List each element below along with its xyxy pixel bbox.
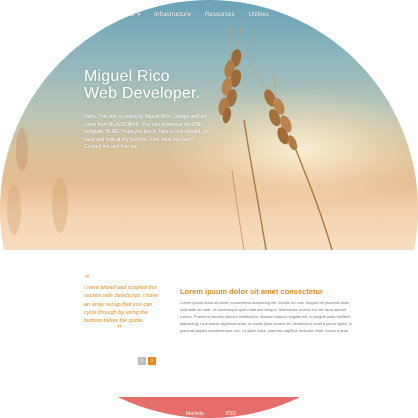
hero-intro-contact[interactable]: Contact me and hire me — [84, 144, 224, 152]
caret-down-icon: ▾ — [137, 12, 141, 18]
hero-intro-line: template HERE. Hope you like it. Take a … — [84, 129, 209, 135]
nav-item-infrastructure[interactable]: Infrastructure — [154, 12, 191, 18]
quote-line: buttons below the quote. — [84, 318, 144, 325]
nav-item-tutorial[interactable]: Tutorial ▾ — [114, 12, 140, 18]
nav-item-label: Tutorial — [114, 12, 135, 18]
article-line: vulputate ac nibh. Ut scelerisque quis n… — [180, 307, 347, 313]
article-line: rutrum. Praesent lobortis ultrices vesti… — [180, 314, 351, 320]
article-line: adipiscing. Ut pulvinar dignissim ante, … — [180, 321, 352, 327]
hero-intro-line: back and look at my portfolio. Like what… — [84, 136, 194, 143]
article-body: Lorem ipsum dolor sit amet, consectetur … — [180, 299, 360, 334]
quote-text: I went ahead and scripted this section w… — [84, 284, 166, 325]
hero-intro: Hello. This site is coded by Miguel Rico… — [84, 114, 224, 152]
footer: Markets PSD — [0, 397, 418, 418]
article-line: Lorem ipsum dolor sit amet, consectetur … — [180, 300, 351, 305]
footer-item-psd[interactable]: PSD — [226, 411, 236, 417]
hero-title-role: Web Developer. — [84, 85, 201, 102]
article-line: placerat sapien condimentum nec. Ut diam… — [180, 328, 350, 334]
main-nav: Tutorial ▾ Infrastructure Resources Utili… — [114, 12, 283, 18]
nav-item-resources[interactable]: Resources — [205, 12, 235, 18]
nav-item-utilities[interactable]: Utilities — [249, 12, 269, 18]
hero-section: Tutorial ▾ Infrastructure Resources Utili… — [0, 0, 418, 250]
page: Tutorial ▾ Infrastructure Resources Utili… — [0, 0, 418, 418]
quote-line: section with JavaScript. I have — [84, 293, 158, 300]
quote-line: I went ahead and scripted this — [84, 285, 158, 291]
hero-title-name: Miguel Rico — [84, 68, 170, 85]
hero-intro-line: Hello. This site is coded by Miguel Rico… — [84, 114, 207, 120]
hero-intro-line: come from BLAZROBAR. You can download th… — [84, 121, 203, 128]
quote-next-button[interactable]: > — [148, 357, 156, 365]
footer-item-markets[interactable]: Markets — [186, 411, 204, 417]
quote-pager: < > — [138, 357, 156, 365]
quote-line: cycle through by using the — [84, 309, 148, 316]
hero-title: Miguel Rico Web Developer. — [84, 68, 200, 102]
content-section: “ I went ahead and scripted this section… — [0, 250, 418, 418]
quote-prev-button[interactable]: < — [138, 357, 146, 365]
article-title: Lorem ipsum dolor sit amet consectetur — [180, 287, 323, 296]
quote-close-icon: ” — [116, 324, 122, 335]
quote-line: an array set up that you can — [84, 301, 153, 308]
footer-nav: Markets PSD — [186, 411, 258, 417]
